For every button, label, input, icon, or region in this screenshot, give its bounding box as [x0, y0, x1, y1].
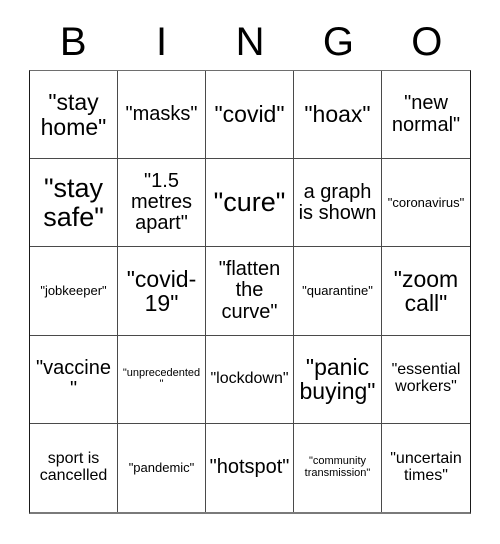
- bingo-cell[interactable]: "covid-19": [118, 247, 206, 336]
- bingo-cell[interactable]: "covid": [206, 71, 294, 160]
- bingo-cell[interactable]: "panic buying": [294, 335, 382, 424]
- bingo-cell-label: "unprecedented": [122, 366, 201, 391]
- bingo-cell[interactable]: "stay safe": [30, 159, 118, 248]
- bingo-cell-label: "community transmission": [304, 455, 371, 479]
- bingo-cell-label: "1.5 metres apart": [130, 170, 193, 235]
- bingo-header-letter-b: B: [59, 20, 87, 64]
- bingo-cell-label: "stay safe": [43, 173, 104, 232]
- bingo-header: BINGO: [29, 14, 471, 70]
- bingo-cell[interactable]: "cure": [206, 159, 294, 248]
- bingo-cell-label: "cure": [213, 187, 286, 218]
- bingo-cell-label: "jobkeeper": [40, 283, 107, 299]
- bingo-cell-label: "hoax": [304, 101, 371, 128]
- bingo-cell-label: "new normal": [391, 92, 461, 136]
- bingo-cell[interactable]: "new normal": [382, 71, 470, 160]
- bingo-cell[interactable]: "hotspot": [206, 423, 294, 512]
- bingo-cell-label: "covid": [214, 101, 285, 128]
- bingo-cell-label: "stay home": [40, 89, 107, 140]
- bingo-header-letter-g: G: [322, 20, 354, 64]
- bingo-cell[interactable]: "essential workers": [382, 335, 470, 424]
- bingo-cell[interactable]: "1.5 metres apart": [118, 159, 206, 248]
- bingo-cell[interactable]: "community transmission": [294, 423, 382, 512]
- bingo-cell-label: "panic buying": [299, 353, 376, 405]
- bingo-cell-label: "masks": [125, 103, 198, 125]
- bingo-header-letter-i: I: [156, 20, 168, 64]
- bingo-cell[interactable]: "vaccine": [30, 335, 118, 424]
- bingo-cell[interactable]: "unprecedented": [118, 335, 206, 424]
- bingo-cell[interactable]: "stay home": [30, 71, 118, 160]
- bingo-cell-label: "quarantine": [302, 283, 373, 299]
- bingo-cell[interactable]: "masks": [118, 71, 206, 160]
- bingo-cell-label: "uncertain times": [390, 449, 462, 484]
- bingo-cell-label: "lockdown": [210, 369, 289, 387]
- bingo-cell-label: sport is cancelled: [39, 449, 108, 484]
- bingo-cell[interactable]: "coronavirus": [382, 159, 470, 248]
- bingo-cell-label: "vaccine": [36, 357, 111, 401]
- bingo-cell-label: a graph is shown: [298, 180, 377, 224]
- bingo-cell[interactable]: "hoax": [294, 71, 382, 160]
- bingo-header-letter-n: N: [235, 20, 265, 64]
- bingo-card: B I N G O "stay home" "masks" "covid" "hoax" "ne…: [0, 0, 500, 544]
- bingo-cell[interactable]: "jobkeeper": [30, 247, 118, 336]
- bingo-cell[interactable]: "flatten the curve": [206, 247, 294, 336]
- bingo-cell[interactable]: "lockdown": [206, 335, 294, 424]
- bingo-cell[interactable]: "quarantine": [294, 247, 382, 336]
- bingo-cell-label: "pandemic": [128, 460, 195, 475]
- bingo-cell[interactable]: "uncertain times": [382, 423, 470, 512]
- bingo-cell-label: "coronavirus": [387, 194, 465, 210]
- bingo-cell-label: "covid-19": [126, 265, 197, 316]
- bingo-grid: "stay home" "masks" "covid" "hoax" "new norm…: [29, 70, 471, 514]
- bingo-cell-label: "hotspot": [209, 456, 290, 479]
- bingo-header-letter-o: O: [411, 20, 443, 64]
- bingo-cell-label: "essential workers": [391, 361, 461, 396]
- bingo-cell-label: "zoom call": [393, 265, 459, 316]
- bingo-cell[interactable]: a graph is shown: [294, 159, 382, 248]
- bingo-cell[interactable]: "zoom call": [382, 247, 470, 336]
- bingo-cell[interactable]: "pandemic": [118, 423, 206, 512]
- bingo-cell[interactable]: sport is cancelled: [30, 423, 118, 512]
- bingo-cell-label: "flatten the curve": [218, 258, 281, 323]
